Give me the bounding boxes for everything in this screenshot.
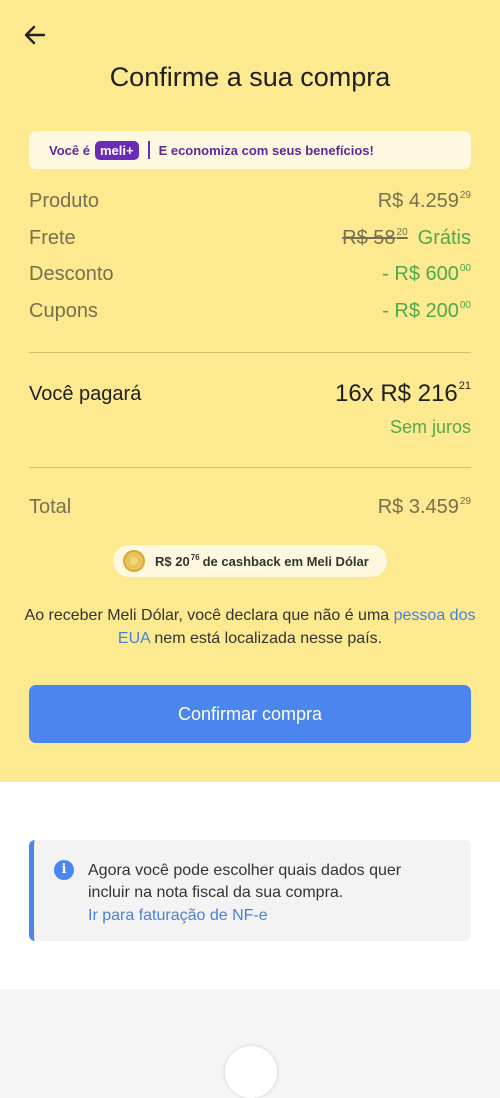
banner-divider bbox=[147, 141, 150, 159]
produto-value: R$ 4.25929 bbox=[377, 189, 471, 212]
nfe-info-card: i Agora você pode escolher quais dados q… bbox=[29, 840, 471, 941]
info-icon: i bbox=[54, 860, 74, 880]
meli-banner-text: E economiza com seus benefícios! bbox=[158, 142, 374, 158]
checkout-panel: Confirme a sua compra Você é meli+ E eco… bbox=[0, 0, 500, 782]
row-cupons: Cupons - R$ 20000 bbox=[29, 296, 471, 326]
cashback-badge: R$ 2076 de cashback em Meli Dólar bbox=[113, 545, 387, 577]
desconto-label: Desconto bbox=[29, 262, 114, 285]
confirm-purchase-button[interactable]: Confirmar compra bbox=[29, 685, 471, 743]
meli-banner-prefix: Você é bbox=[49, 142, 90, 158]
payment-installments: 16x R$ 21621 bbox=[334, 380, 471, 407]
cupons-label: Cupons bbox=[29, 299, 98, 322]
row-total: Total R$ 3.45929 bbox=[29, 492, 471, 522]
frete-old-price: R$ 5820 bbox=[342, 226, 408, 249]
payment-label: Você pagará bbox=[29, 383, 142, 405]
meli-plus-banner: Você é meli+ E economiza com seus benefí… bbox=[29, 131, 471, 169]
total-value: R$ 3.45929 bbox=[377, 495, 471, 518]
frete-label: Frete bbox=[29, 226, 76, 249]
arrow-left-icon[interactable] bbox=[20, 20, 50, 50]
row-desconto: Desconto - R$ 60000 bbox=[29, 259, 471, 289]
info-text: Agora você pode escolher quais dados que… bbox=[88, 862, 402, 901]
divider bbox=[29, 352, 471, 353]
cashback-amount: R$ 2076 bbox=[155, 553, 200, 569]
row-frete: Frete R$ 5820 Grátis bbox=[29, 223, 471, 253]
row-produto: Produto R$ 4.25929 bbox=[29, 186, 471, 216]
bottom-floating-button[interactable] bbox=[225, 1046, 277, 1098]
nfe-billing-link[interactable]: Ir para faturação de NF-e bbox=[88, 907, 268, 925]
meli-plus-logo: meli+ bbox=[94, 140, 139, 160]
frete-value: R$ 5820 Grátis bbox=[342, 227, 471, 250]
desconto-value: - R$ 60000 bbox=[382, 262, 471, 285]
meli-dolar-coin-icon bbox=[123, 550, 145, 572]
frete-free: Grátis bbox=[417, 226, 471, 249]
meli-dolar-disclaimer: Ao receber Meli Dólar, você declara que … bbox=[24, 607, 476, 647]
payment-note: Sem juros bbox=[389, 417, 471, 437]
cashback-text: de cashback em Meli Dólar bbox=[202, 553, 369, 569]
total-label: Total bbox=[29, 495, 72, 518]
cupons-value: - R$ 20000 bbox=[382, 299, 471, 322]
produto-label: Produto bbox=[29, 189, 100, 212]
page-title: Confirme a sua compra bbox=[109, 62, 391, 92]
divider bbox=[29, 467, 471, 468]
